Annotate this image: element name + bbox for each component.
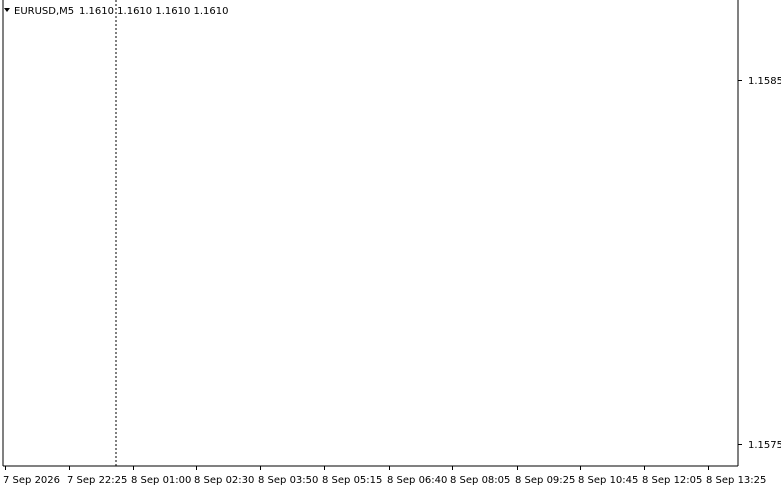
dropdown-triangle-icon[interactable] — [4, 8, 10, 12]
x-tick-label: 8 Sep 03:50 — [258, 475, 318, 486]
x-tick-label: 8 Sep 05:15 — [322, 475, 382, 486]
symbol-label: EURUSD,M5 — [14, 6, 74, 17]
x-tick-label: 8 Sep 02:30 — [194, 475, 254, 486]
x-tick-label: 8 Sep 12:05 — [642, 475, 702, 486]
x-tick-label: 8 Sep 13:25 — [706, 475, 766, 486]
x-tick-label: 7 Sep 2026 — [3, 475, 60, 486]
price-chart[interactable]: 1.16101.16251.1597 1.15751.15851.15951.1… — [0, 0, 781, 489]
x-tick-label: 8 Sep 10:45 — [578, 475, 638, 486]
ohlc-label: 1.1610 1.1610 1.1610 1.1610 — [79, 6, 229, 17]
x-tick-label: 8 Sep 08:05 — [450, 475, 510, 486]
x-tick-label: 8 Sep 09:25 — [515, 475, 575, 486]
y-tick-label: 1.1575 — [748, 440, 781, 451]
y-tick-label: 1.1585 — [748, 76, 781, 87]
axes: 1.15751.15851.15951.16051.16151.16251.16… — [2, 0, 781, 486]
chart-header: EURUSD,M5 1.1610 1.1610 1.1610 1.1610 — [4, 6, 229, 17]
x-tick-label: 7 Sep 22:25 — [67, 475, 127, 486]
x-tick-label: 8 Sep 06:40 — [387, 475, 447, 486]
x-tick-label: 8 Sep 01:00 — [131, 475, 191, 486]
